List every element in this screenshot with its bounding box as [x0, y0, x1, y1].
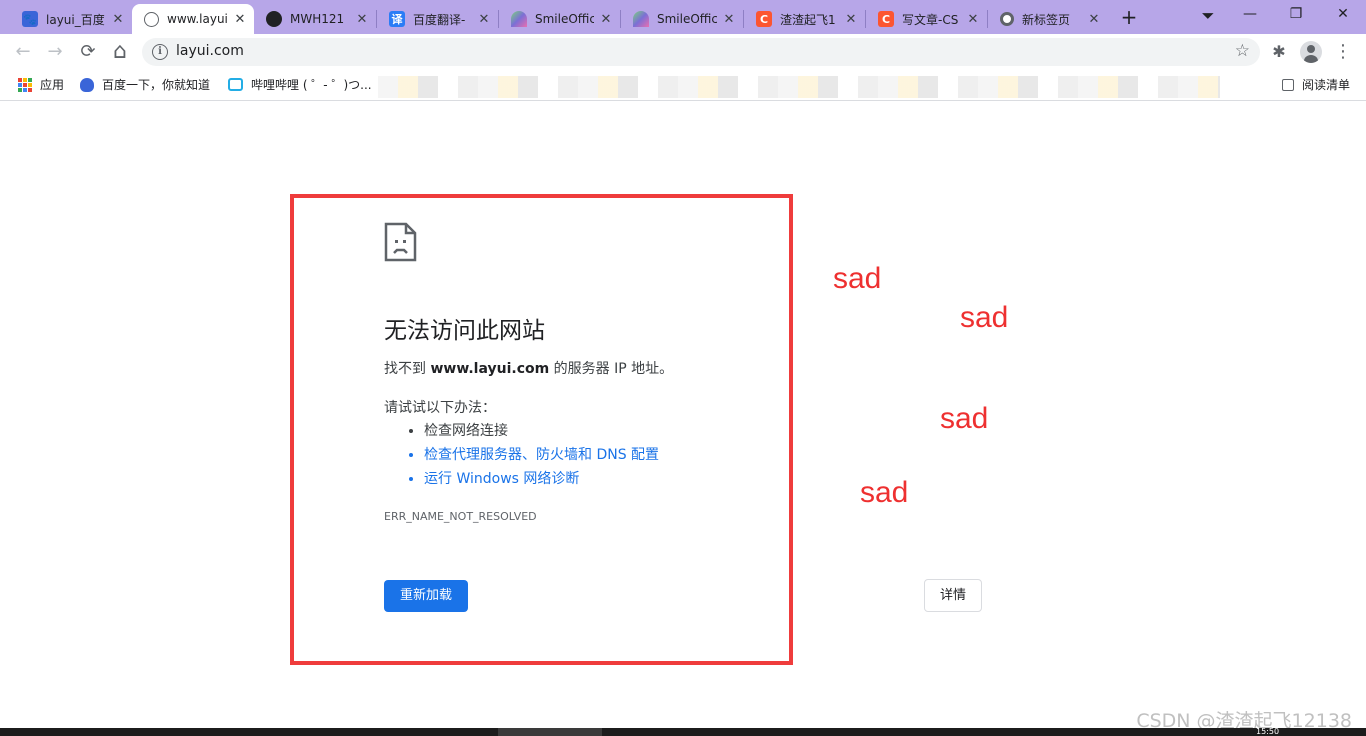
close-icon[interactable]: ✕: [354, 12, 370, 27]
apps-grid-icon: [18, 77, 32, 92]
profile-avatar-icon[interactable]: [1300, 41, 1322, 63]
tab-title: 渣渣起飞1: [780, 12, 836, 27]
tab-title: www.layui: [167, 12, 228, 26]
blurred-bookmarks: [378, 76, 1220, 98]
close-icon[interactable]: ✕: [598, 12, 614, 27]
tab-csdn-blog[interactable]: C 渣渣起飞1 ✕: [744, 4, 865, 34]
site-info-icon[interactable]: i: [152, 44, 168, 60]
bookmark-bilibili[interactable]: 哔哩哔哩 ( ゜- ゜)つ...: [228, 76, 372, 93]
sad-annotation: sad: [860, 476, 909, 509]
reading-list-button[interactable]: 阅读清单: [1282, 76, 1350, 93]
github-icon: [266, 11, 282, 27]
details-button[interactable]: 详情: [924, 579, 982, 612]
close-icon[interactable]: ✕: [476, 12, 492, 27]
bookmark-star-icon[interactable]: ☆: [1235, 41, 1250, 61]
bookmark-label: 应用: [40, 78, 65, 92]
tab-github[interactable]: MWH121 ✕: [254, 4, 376, 34]
tab-www-layui[interactable]: www.layui ✕: [132, 4, 254, 34]
extensions-icon[interactable]: ✱: [1268, 41, 1290, 63]
bookmarks-bar: 应用 百度一下，你就知道 哔哩哔哩 ( ゜- ゜)つ... 阅读清单: [0, 70, 1366, 101]
smileoffice-icon: [511, 11, 527, 27]
sad-annotation: sad: [940, 402, 989, 435]
reading-list-label: 阅读清单: [1302, 78, 1351, 92]
new-tab-button[interactable]: +: [1116, 6, 1142, 30]
translate-icon: 译: [389, 11, 405, 27]
close-icon[interactable]: ✕: [110, 12, 126, 27]
taskbar-active-app[interactable]: [498, 728, 602, 736]
tab-title: SmileOffic: [657, 12, 717, 26]
close-icon[interactable]: ✕: [965, 12, 981, 27]
taskbar: 15:50: [0, 728, 1366, 736]
tab-strip: 🐾 layui_百度 ✕ www.layui ✕ MWH121 ✕ 译 百度翻译…: [0, 0, 1366, 34]
chrome-icon: [1000, 12, 1014, 26]
address-bar[interactable]: i layui.com ☆: [142, 38, 1260, 66]
reload-button[interactable]: ⟳: [76, 40, 100, 64]
back-button[interactable]: ←: [11, 40, 35, 64]
tab-smileoffice-1[interactable]: SmileOffic ✕: [499, 4, 620, 34]
bookmark-apps[interactable]: 应用: [18, 76, 64, 93]
baidu-paw-icon: 🐾: [22, 11, 38, 27]
sad-annotation: sad: [960, 301, 1009, 334]
highlight-box: [290, 194, 793, 665]
close-icon[interactable]: ✕: [1086, 12, 1102, 27]
smileoffice-icon: [633, 11, 649, 27]
restore-button[interactable]: ❐: [1273, 6, 1319, 28]
tab-title: layui_百度: [46, 12, 105, 27]
tab-title: SmileOffic: [535, 12, 594, 26]
reading-list-icon: [1282, 78, 1294, 91]
tab-title: 新标签页: [1022, 12, 1071, 27]
close-icon[interactable]: ✕: [843, 12, 859, 27]
home-button[interactable]: ⌂: [108, 40, 132, 64]
bookmark-label: 百度一下，你就知道: [102, 78, 211, 92]
browser-toolbar: ← → ⟳ ⌂ i layui.com ☆ ✱ ⋮: [0, 34, 1366, 70]
bilibili-icon: [228, 78, 243, 91]
taskbar-clock: 15:50: [1256, 727, 1280, 736]
bookmark-baidu[interactable]: 百度一下，你就知道: [80, 76, 210, 93]
bookmark-label: 哔哩哔哩 ( ゜- ゜)つ...: [251, 78, 372, 92]
baidu-paw-icon: [80, 77, 94, 92]
tab-title: 写文章-CS: [902, 12, 959, 27]
tab-baidu-translate[interactable]: 译 百度翻译- ✕: [377, 4, 498, 34]
tab-layui-baidu[interactable]: 🐾 layui_百度 ✕: [10, 4, 132, 34]
url-text[interactable]: layui.com: [176, 43, 244, 59]
window-close-button[interactable]: ✕: [1320, 6, 1366, 28]
forward-button[interactable]: →: [43, 40, 67, 64]
close-icon[interactable]: ✕: [721, 12, 737, 27]
tab-csdn-write[interactable]: C 写文章-CS ✕: [866, 4, 987, 34]
tab-title: MWH121: [290, 12, 345, 26]
sad-annotation: sad: [833, 262, 882, 295]
minimize-button[interactable]: —: [1227, 6, 1273, 28]
tab-smileoffice-2[interactable]: SmileOffic ✕: [621, 4, 743, 34]
close-icon[interactable]: ✕: [232, 12, 248, 27]
browser-menu-icon[interactable]: ⋮: [1332, 41, 1354, 63]
csdn-icon: C: [878, 11, 894, 27]
globe-icon: [144, 11, 159, 27]
tab-search-icon[interactable]: ⏷: [1185, 6, 1231, 28]
tab-title: 百度翻译-: [413, 12, 466, 27]
csdn-icon: C: [756, 11, 772, 27]
tab-new-tab[interactable]: 新标签页 ✕: [988, 4, 1108, 34]
